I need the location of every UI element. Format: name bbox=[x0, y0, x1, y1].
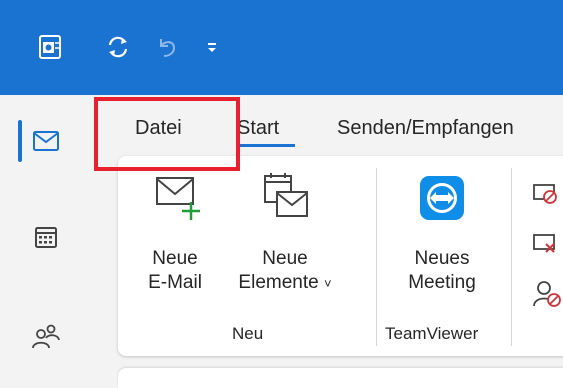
title-bar bbox=[0, 0, 563, 95]
new-items-button[interactable]: Neue Elemente ˅ bbox=[233, 172, 337, 322]
group-divider bbox=[376, 168, 377, 346]
new-meeting-label-2: Meeting bbox=[408, 272, 476, 293]
new-items-label-1: Neue bbox=[262, 248, 308, 269]
cleanup-icon[interactable] bbox=[530, 230, 560, 261]
outlook-app-icon[interactable] bbox=[33, 30, 67, 64]
chevron-down-icon[interactable]: ˅ bbox=[324, 276, 332, 291]
junk-icon[interactable] bbox=[532, 278, 562, 313]
new-meeting-label-1: Neues bbox=[414, 248, 470, 269]
teamviewer-icon bbox=[420, 176, 464, 220]
customize-qat-icon[interactable] bbox=[195, 30, 229, 64]
tab-start[interactable]: Start bbox=[237, 117, 279, 140]
new-email-button[interactable]: Neue E-Mail bbox=[140, 172, 210, 322]
active-tab-indicator bbox=[237, 144, 295, 147]
new-items-icon bbox=[264, 173, 308, 217]
new-meeting-button[interactable]: Neues Meeting bbox=[392, 172, 492, 322]
highlight-box bbox=[94, 97, 240, 171]
group-label-teamviewer: TeamViewer bbox=[385, 324, 479, 343]
search-bar-area bbox=[118, 368, 563, 388]
undo-icon[interactable] bbox=[150, 30, 184, 64]
people-icon[interactable] bbox=[16, 310, 76, 360]
new-email-label-2: E-Mail bbox=[148, 272, 202, 293]
tab-senden-empfangen[interactable]: Senden/Empfangen bbox=[337, 117, 514, 140]
group-label-neu: Neu bbox=[232, 324, 264, 343]
ignore-icon[interactable] bbox=[530, 180, 560, 211]
group-divider bbox=[511, 168, 512, 346]
mail-icon[interactable] bbox=[16, 116, 76, 166]
calendar-icon[interactable] bbox=[16, 212, 76, 262]
new-items-label-2: Elemente ˅ bbox=[238, 272, 332, 293]
new-email-icon bbox=[156, 177, 200, 220]
new-email-label-1: Neue bbox=[152, 248, 198, 269]
sync-icon[interactable] bbox=[101, 30, 135, 64]
